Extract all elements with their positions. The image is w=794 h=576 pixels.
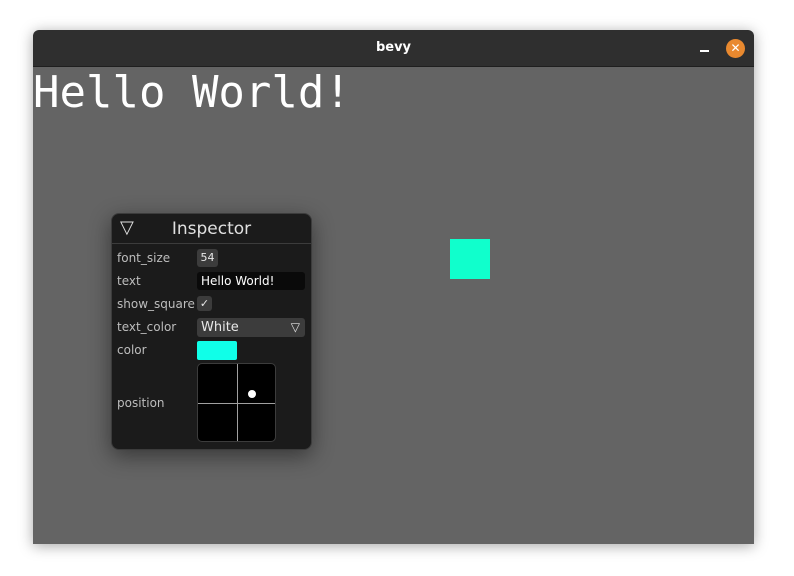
title-bar[interactable]: bevy ✕ bbox=[33, 30, 754, 67]
hello-text: Hello World! bbox=[33, 67, 351, 118]
inspector-header[interactable]: ▽ Inspector bbox=[112, 214, 311, 244]
position-handle[interactable] bbox=[248, 390, 256, 398]
inspector-panel: ▽ Inspector font_size 54 text Hello Worl… bbox=[111, 213, 312, 450]
pad-horizontal-axis bbox=[198, 403, 275, 404]
render-canvas: Hello World! ▽ Inspector font_size 54 te… bbox=[33, 67, 754, 544]
position-2d-pad[interactable] bbox=[197, 363, 276, 442]
color-label: color bbox=[117, 343, 147, 357]
window-title: bevy bbox=[375, 40, 412, 55]
close-button[interactable]: ✕ bbox=[726, 39, 745, 58]
text-input[interactable]: Hello World! bbox=[197, 272, 305, 290]
inspector-title: Inspector bbox=[171, 219, 252, 239]
show-square-checkbox[interactable]: ✓ bbox=[197, 296, 212, 311]
text-label: text bbox=[117, 274, 141, 288]
show-square-label: show_square bbox=[117, 297, 195, 311]
position-label: position bbox=[117, 396, 165, 410]
text-color-label: text_color bbox=[117, 320, 177, 334]
checkmark-icon: ✓ bbox=[199, 297, 210, 310]
cyan-square bbox=[450, 239, 490, 279]
text-color-value: White bbox=[201, 320, 239, 335]
close-icon: ✕ bbox=[730, 41, 741, 55]
font-size-input[interactable]: 54 bbox=[197, 249, 218, 267]
dropdown-arrow-icon: ▽ bbox=[290, 320, 300, 334]
color-picker-swatch[interactable] bbox=[197, 341, 237, 360]
app-window: bevy ✕ Hello World! ▽ Inspector font_siz… bbox=[33, 30, 754, 544]
text-color-dropdown[interactable]: White ▽ bbox=[197, 318, 305, 337]
font-size-label: font_size bbox=[117, 251, 171, 265]
minimize-button[interactable] bbox=[697, 40, 713, 56]
